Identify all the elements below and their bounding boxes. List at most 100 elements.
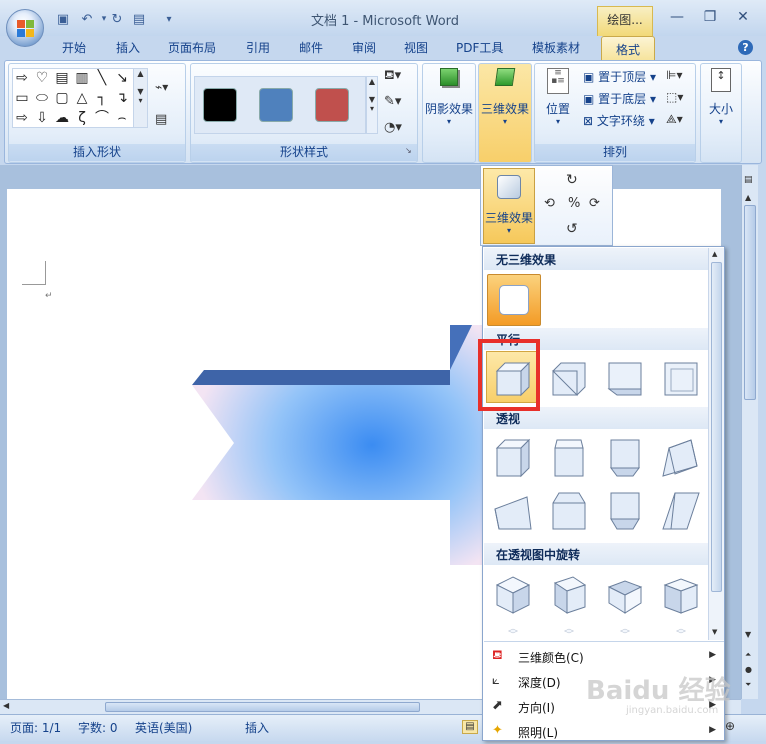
preset-rot2-1-icon[interactable]	[491, 627, 535, 638]
position-button[interactable]: ≡ ▪≡ 位置 ▾	[538, 66, 578, 136]
preset-rot-3-icon[interactable]	[603, 573, 647, 617]
preset-per1-3-icon[interactable]	[603, 436, 647, 480]
office-button[interactable]	[6, 9, 44, 47]
send-to-back-button[interactable]: ▣ 置于底层 ▾	[583, 90, 656, 107]
tab-view[interactable]: 视图	[404, 39, 428, 56]
gallery-scroll-thumb[interactable]	[711, 262, 722, 592]
status-words[interactable]: 字数: 0	[78, 719, 118, 736]
arrow-line-shape-icon[interactable]: ↘	[114, 70, 130, 86]
undo-icon[interactable]: ↶	[78, 10, 96, 28]
scroll-left-icon[interactable]: ◀	[3, 701, 9, 710]
vertical-textbox-shape-icon[interactable]: ▥	[74, 70, 90, 86]
gallery-scroll-down-icon[interactable]: ▼	[712, 628, 717, 636]
gallery-scroll-up-icon[interactable]: ▲	[712, 250, 717, 258]
vertical-scrollbar[interactable]: ▤ ▲ ▼ ⏶ ● ⏷	[741, 165, 758, 699]
down-arrow-shape-icon[interactable]: ⇩	[34, 110, 50, 126]
tilt-left-icon[interactable]: ⟲	[544, 196, 555, 211]
preset-per1-2-icon[interactable]	[547, 436, 591, 480]
heart-shape-icon[interactable]: ♡	[34, 70, 50, 86]
preset-rot-2-icon[interactable]	[547, 573, 591, 617]
ruler-toggle-icon[interactable]: ▤	[744, 175, 756, 189]
shape-fill-icon[interactable]: ⛾▾	[384, 68, 414, 86]
preset-per2-1-icon[interactable]	[491, 489, 535, 533]
tab-mailings[interactable]: 邮件	[299, 39, 323, 56]
no-3d-option[interactable]	[487, 274, 541, 326]
tab-format[interactable]: 格式	[601, 36, 655, 61]
print-layout-view-icon[interactable]: ▤	[462, 720, 478, 734]
arrow-shape[interactable]	[192, 325, 492, 565]
tilt-right-icon[interactable]: ⟳	[589, 196, 600, 211]
status-insert-mode[interactable]: 插入	[245, 719, 269, 736]
3d-effects-ribbon-button[interactable]: 三维效果 ▾	[480, 66, 530, 138]
style-swatch-black[interactable]	[203, 88, 237, 122]
shape-outline-icon[interactable]: ✎▾	[384, 94, 414, 112]
quick-print-icon[interactable]: ▤	[130, 10, 148, 28]
style-swatch-red[interactable]	[315, 88, 349, 122]
curve-shape-icon[interactable]: ⌒	[94, 110, 110, 126]
3d-effects-dropdown-button[interactable]: 三维效果 ▾	[483, 168, 535, 244]
tab-home[interactable]: 开始	[62, 39, 86, 56]
redo-icon[interactable]: ↻	[108, 10, 126, 28]
tab-references[interactable]: 引用	[246, 39, 270, 56]
preset-per1-1-icon[interactable]	[491, 436, 535, 480]
oval-shape-icon[interactable]: ⬭	[34, 90, 50, 106]
draw-textbox-icon[interactable]: ▤	[155, 112, 173, 128]
preset-par-4-icon[interactable]	[659, 357, 703, 401]
previous-page-icon[interactable]: ⏶	[745, 650, 756, 660]
style-swatch-blue[interactable]	[259, 88, 293, 122]
status-page[interactable]: 页面: 1/1	[10, 719, 61, 736]
rounded-rect-shape-icon[interactable]: ▢	[54, 90, 70, 106]
preset-rot-4-icon[interactable]	[659, 573, 703, 617]
scroll-up-icon[interactable]: ▲	[745, 193, 756, 203]
status-language[interactable]: 英语(美国)	[135, 719, 192, 736]
shapes-gallery[interactable]: ⇨ ♡ ▤ ▥ ╲ ↘ ▭ ⬭ ▢ △ ┐ ↴ ⇨ ⇩ ☁ ζ ⌒ ⌢	[12, 68, 148, 128]
edit-shape-icon[interactable]: ⌁▾	[155, 80, 177, 98]
arc-shape-icon[interactable]: ⌢	[114, 110, 130, 126]
shape-styles-launcher-icon[interactable]: ↘	[405, 146, 415, 156]
tilt-down-icon[interactable]: ↺	[566, 221, 578, 237]
elbow-arrow-shape-icon[interactable]: ↴	[114, 90, 130, 106]
change-shape-icon[interactable]: ◔▾	[384, 120, 414, 138]
vertical-scroll-thumb[interactable]	[744, 205, 756, 400]
preset-per2-2-icon[interactable]	[547, 489, 591, 533]
freeform-shape-icon[interactable]: ζ	[74, 110, 90, 126]
restore-icon[interactable]: ❐	[698, 8, 722, 26]
preset-rot2-4-icon[interactable]	[659, 627, 703, 638]
group-objects-icon[interactable]: ⬚▾	[666, 90, 683, 104]
horizontal-scroll-thumb[interactable]	[105, 702, 420, 712]
preset-per1-4-icon[interactable]	[659, 436, 703, 480]
preset-rot2-2-icon[interactable]	[547, 627, 591, 638]
3d-toggle-icon[interactable]: %	[568, 196, 580, 211]
tab-pdf-tools[interactable]: PDF工具	[456, 39, 503, 56]
gallery-scrollbar[interactable]: ▲ ▼	[708, 248, 724, 640]
preset-par-3-icon[interactable]	[603, 357, 647, 401]
shape-styles-scroll[interactable]: ▲ ▼ ▾	[366, 76, 378, 134]
line-shape-icon[interactable]: ╲	[94, 70, 110, 86]
text-wrap-button[interactable]: ⊠ 文字环绕 ▾	[583, 112, 655, 129]
align-icon[interactable]: ⊫▾	[666, 68, 682, 82]
menu-3d-color[interactable]: ⛾ 三维颜色(C) ▶	[484, 644, 724, 669]
tab-page-layout[interactable]: 页面布局	[168, 39, 216, 56]
size-button[interactable]: ↕ 大小 ▾	[702, 66, 740, 136]
right-block-arrow-shape-icon[interactable]: ⇨	[14, 110, 30, 126]
cloud-shape-icon[interactable]: ☁	[54, 110, 70, 126]
preset-rot-1-icon[interactable]	[491, 573, 535, 617]
triangle-shape-icon[interactable]: △	[74, 90, 90, 106]
preset-par-2-icon[interactable]	[547, 357, 591, 401]
tab-insert[interactable]: 插入	[116, 39, 140, 56]
customize-toolbar-icon[interactable]: ▾	[160, 10, 178, 28]
preset-per2-4-icon[interactable]	[659, 489, 703, 533]
minimize-icon[interactable]: —	[665, 8, 689, 26]
rectangle-shape-icon[interactable]: ▭	[14, 90, 30, 106]
shapes-gallery-scroll[interactable]: ▲ ▼ ▾	[133, 69, 147, 127]
scroll-down-icon[interactable]: ▼	[745, 630, 756, 640]
elbow-connector-shape-icon[interactable]: ┐	[94, 90, 110, 106]
rotate-icon[interactable]: ⟁▾	[666, 112, 683, 127]
tilt-up-icon[interactable]: ↻	[566, 172, 578, 188]
right-arrow-shape-icon[interactable]: ⇨	[14, 70, 30, 86]
preset-per2-3-icon[interactable]	[603, 489, 647, 533]
save-icon[interactable]: ▣	[54, 10, 72, 28]
textbox-shape-icon[interactable]: ▤	[54, 70, 70, 86]
help-icon[interactable]: ?	[738, 40, 753, 55]
tab-templates[interactable]: 模板素材	[532, 39, 580, 56]
